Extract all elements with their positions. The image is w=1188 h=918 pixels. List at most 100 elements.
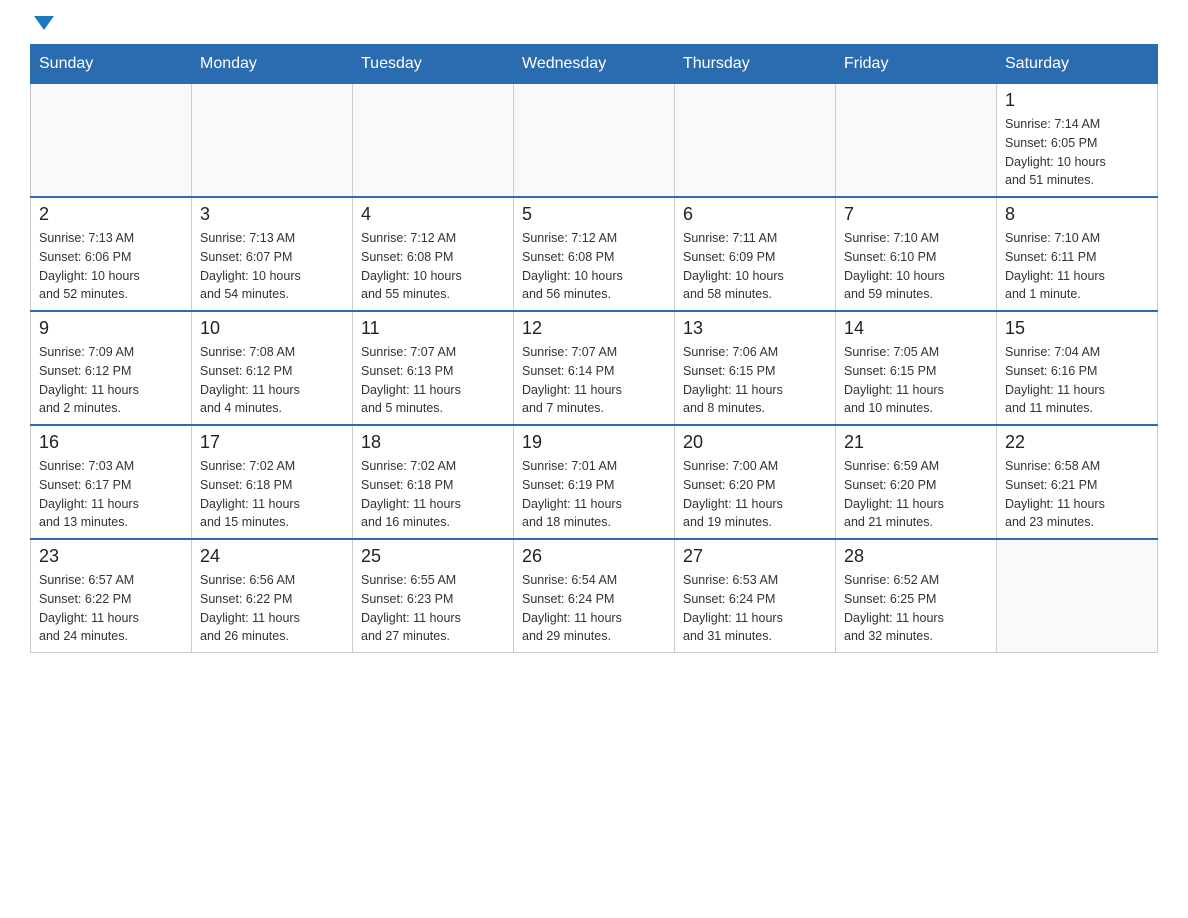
header-tuesday: Tuesday: [353, 45, 514, 84]
table-row: 19 Sunrise: 7:01 AM Sunset: 6:19 PM Dayli…: [514, 425, 675, 539]
calendar-week-row: 1 Sunrise: 7:14 AM Sunset: 6:05 PM Daylig…: [31, 84, 1158, 198]
calendar-week-row: 9 Sunrise: 7:09 AM Sunset: 6:12 PM Daylig…: [31, 311, 1158, 425]
day-info: Sunrise: 7:13 AM Sunset: 6:07 PM Dayligh…: [200, 229, 344, 304]
day-number: 9: [39, 318, 183, 339]
table-row: 28 Sunrise: 6:52 AM Sunset: 6:25 PM Dayli…: [836, 539, 997, 653]
table-row: 2 Sunrise: 7:13 AM Sunset: 6:06 PM Daylig…: [31, 197, 192, 311]
table-row: 4 Sunrise: 7:12 AM Sunset: 6:08 PM Daylig…: [353, 197, 514, 311]
day-info: Sunrise: 6:55 AM Sunset: 6:23 PM Dayligh…: [361, 571, 505, 646]
day-info: Sunrise: 7:03 AM Sunset: 6:17 PM Dayligh…: [39, 457, 183, 532]
calendar-week-row: 16 Sunrise: 7:03 AM Sunset: 6:17 PM Dayli…: [31, 425, 1158, 539]
day-number: 25: [361, 546, 505, 567]
header-monday: Monday: [192, 45, 353, 84]
day-number: 8: [1005, 204, 1149, 225]
table-row: 18 Sunrise: 7:02 AM Sunset: 6:18 PM Dayli…: [353, 425, 514, 539]
day-number: 5: [522, 204, 666, 225]
table-row: 7 Sunrise: 7:10 AM Sunset: 6:10 PM Daylig…: [836, 197, 997, 311]
day-info: Sunrise: 7:05 AM Sunset: 6:15 PM Dayligh…: [844, 343, 988, 418]
table-row: 10Sunrise: 7:08 AM Sunset: 6:12 PM Dayli…: [192, 311, 353, 425]
day-number: 27: [683, 546, 827, 567]
table-row: [31, 84, 192, 198]
table-row: 6 Sunrise: 7:11 AM Sunset: 6:09 PM Daylig…: [675, 197, 836, 311]
day-number: 26: [522, 546, 666, 567]
day-number: 4: [361, 204, 505, 225]
day-number: 17: [200, 432, 344, 453]
day-info: Sunrise: 6:54 AM Sunset: 6:24 PM Dayligh…: [522, 571, 666, 646]
day-number: 6: [683, 204, 827, 225]
day-info: Sunrise: 7:07 AM Sunset: 6:13 PM Dayligh…: [361, 343, 505, 418]
table-row: 3Sunrise: 7:13 AM Sunset: 6:07 PM Daylig…: [192, 197, 353, 311]
day-number: 22: [1005, 432, 1149, 453]
day-info: Sunrise: 7:07 AM Sunset: 6:14 PM Dayligh…: [522, 343, 666, 418]
header-saturday: Saturday: [997, 45, 1158, 84]
table-row: [836, 84, 997, 198]
calendar-week-row: 2 Sunrise: 7:13 AM Sunset: 6:06 PM Daylig…: [31, 197, 1158, 311]
page-header: [30, 20, 1158, 34]
table-row: 21 Sunrise: 6:59 AM Sunset: 6:20 PM Dayli…: [836, 425, 997, 539]
day-info: Sunrise: 6:52 AM Sunset: 6:25 PM Dayligh…: [844, 571, 988, 646]
day-number: 15: [1005, 318, 1149, 339]
day-number: 21: [844, 432, 988, 453]
day-info: Sunrise: 7:06 AM Sunset: 6:15 PM Dayligh…: [683, 343, 827, 418]
day-info: Sunrise: 7:10 AM Sunset: 6:10 PM Dayligh…: [844, 229, 988, 304]
logo: [30, 20, 54, 34]
day-number: 20: [683, 432, 827, 453]
header-sunday: Sunday: [31, 45, 192, 84]
table-row: 22 Sunrise: 6:58 AM Sunset: 6:21 PM Dayli…: [997, 425, 1158, 539]
table-row: 11 Sunrise: 7:07 AM Sunset: 6:13 PM Dayli…: [353, 311, 514, 425]
day-number: 18: [361, 432, 505, 453]
table-row: [675, 84, 836, 198]
day-info: Sunrise: 6:59 AM Sunset: 6:20 PM Dayligh…: [844, 457, 988, 532]
table-row: 12 Sunrise: 7:07 AM Sunset: 6:14 PM Dayli…: [514, 311, 675, 425]
table-row: [192, 84, 353, 198]
day-info: Sunrise: 7:10 AM Sunset: 6:11 PM Dayligh…: [1005, 229, 1149, 304]
table-row: 9 Sunrise: 7:09 AM Sunset: 6:12 PM Daylig…: [31, 311, 192, 425]
day-info: Sunrise: 7:01 AM Sunset: 6:19 PM Dayligh…: [522, 457, 666, 532]
table-row: 8 Sunrise: 7:10 AM Sunset: 6:11 PM Daylig…: [997, 197, 1158, 311]
day-info: Sunrise: 6:58 AM Sunset: 6:21 PM Dayligh…: [1005, 457, 1149, 532]
day-number: 2: [39, 204, 183, 225]
day-info: Sunrise: 7:13 AM Sunset: 6:06 PM Dayligh…: [39, 229, 183, 304]
day-info: Sunrise: 7:11 AM Sunset: 6:09 PM Dayligh…: [683, 229, 827, 304]
day-info: Sunrise: 7:14 AM Sunset: 6:05 PM Dayligh…: [1005, 115, 1149, 190]
table-row: 16 Sunrise: 7:03 AM Sunset: 6:17 PM Dayli…: [31, 425, 192, 539]
calendar-week-row: 23 Sunrise: 6:57 AM Sunset: 6:22 PM Dayli…: [31, 539, 1158, 653]
day-number: 7: [844, 204, 988, 225]
table-row: [514, 84, 675, 198]
day-info: Sunrise: 7:00 AM Sunset: 6:20 PM Dayligh…: [683, 457, 827, 532]
day-number: 13: [683, 318, 827, 339]
day-number: 1: [1005, 90, 1149, 111]
day-number: 19: [522, 432, 666, 453]
table-row: 13 Sunrise: 7:06 AM Sunset: 6:15 PM Dayli…: [675, 311, 836, 425]
day-info: Sunrise: 7:02 AM Sunset: 6:18 PM Dayligh…: [200, 457, 344, 532]
day-number: 23: [39, 546, 183, 567]
table-row: 20 Sunrise: 7:00 AM Sunset: 6:20 PM Dayli…: [675, 425, 836, 539]
day-info: Sunrise: 7:12 AM Sunset: 6:08 PM Dayligh…: [522, 229, 666, 304]
table-row: 27 Sunrise: 6:53 AM Sunset: 6:24 PM Dayli…: [675, 539, 836, 653]
table-row: [997, 539, 1158, 653]
day-number: 16: [39, 432, 183, 453]
table-row: 15Sunrise: 7:04 AM Sunset: 6:16 PM Dayli…: [997, 311, 1158, 425]
day-number: 11: [361, 318, 505, 339]
calendar-header-row: Sunday Monday Tuesday Wednesday Thursday…: [31, 45, 1158, 84]
table-row: 14Sunrise: 7:05 AM Sunset: 6:15 PM Dayli…: [836, 311, 997, 425]
table-row: 1 Sunrise: 7:14 AM Sunset: 6:05 PM Daylig…: [997, 84, 1158, 198]
day-number: 10: [200, 318, 344, 339]
day-info: Sunrise: 7:09 AM Sunset: 6:12 PM Dayligh…: [39, 343, 183, 418]
day-info: Sunrise: 6:57 AM Sunset: 6:22 PM Dayligh…: [39, 571, 183, 646]
header-thursday: Thursday: [675, 45, 836, 84]
table-row: 23 Sunrise: 6:57 AM Sunset: 6:22 PM Dayli…: [31, 539, 192, 653]
table-row: 24Sunrise: 6:56 AM Sunset: 6:22 PM Dayli…: [192, 539, 353, 653]
table-row: 26 Sunrise: 6:54 AM Sunset: 6:24 PM Dayli…: [514, 539, 675, 653]
day-number: 12: [522, 318, 666, 339]
calendar-table: Sunday Monday Tuesday Wednesday Thursday…: [30, 44, 1158, 653]
day-info: Sunrise: 6:53 AM Sunset: 6:24 PM Dayligh…: [683, 571, 827, 646]
table-row: 25 Sunrise: 6:55 AM Sunset: 6:23 PM Dayli…: [353, 539, 514, 653]
day-info: Sunrise: 7:02 AM Sunset: 6:18 PM Dayligh…: [361, 457, 505, 532]
day-info: Sunrise: 7:12 AM Sunset: 6:08 PM Dayligh…: [361, 229, 505, 304]
header-wednesday: Wednesday: [514, 45, 675, 84]
day-info: Sunrise: 6:56 AM Sunset: 6:22 PM Dayligh…: [200, 571, 344, 646]
day-number: 28: [844, 546, 988, 567]
header-friday: Friday: [836, 45, 997, 84]
table-row: [353, 84, 514, 198]
